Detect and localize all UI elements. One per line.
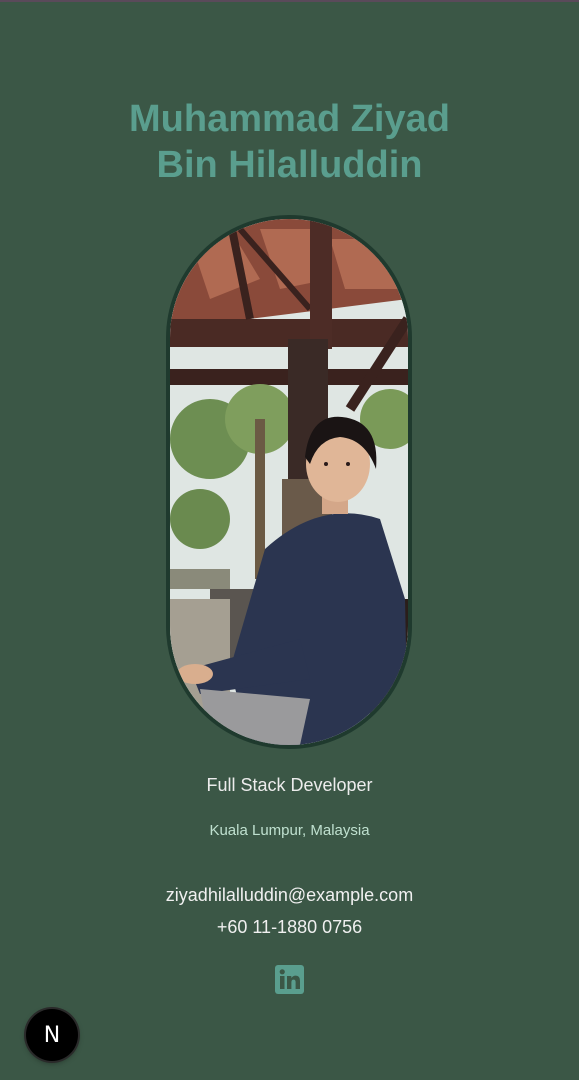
email-contact: ziyadhilalluddin@example.com [0, 884, 579, 906]
profile-photo [166, 215, 412, 749]
email-link[interactable]: ziyadhilalluddin@example.com [166, 885, 413, 905]
job-title: Full Stack Developer [206, 775, 373, 795]
dev-badge-letter: N [43, 1022, 61, 1048]
phone-link[interactable]: +60 11-1880 0756 [217, 917, 362, 937]
page-title: Muhammad Ziyad Bin Hilalluddin [0, 96, 579, 188]
linkedin-glyph [275, 965, 304, 994]
name-line-1: Muhammad Ziyad [129, 98, 450, 140]
nextjs-icon[interactable]: N [26, 1009, 78, 1061]
top-divider [0, 0, 579, 2]
profile-photo-illustration [170, 219, 408, 745]
location-text: Kuala Lumpur, Malaysia [209, 822, 370, 839]
linkedin-icon[interactable] [275, 965, 304, 994]
name-line-2: Bin Hilalluddin [156, 144, 423, 186]
phone-contact: +60 11-1880 0756 [0, 916, 579, 938]
